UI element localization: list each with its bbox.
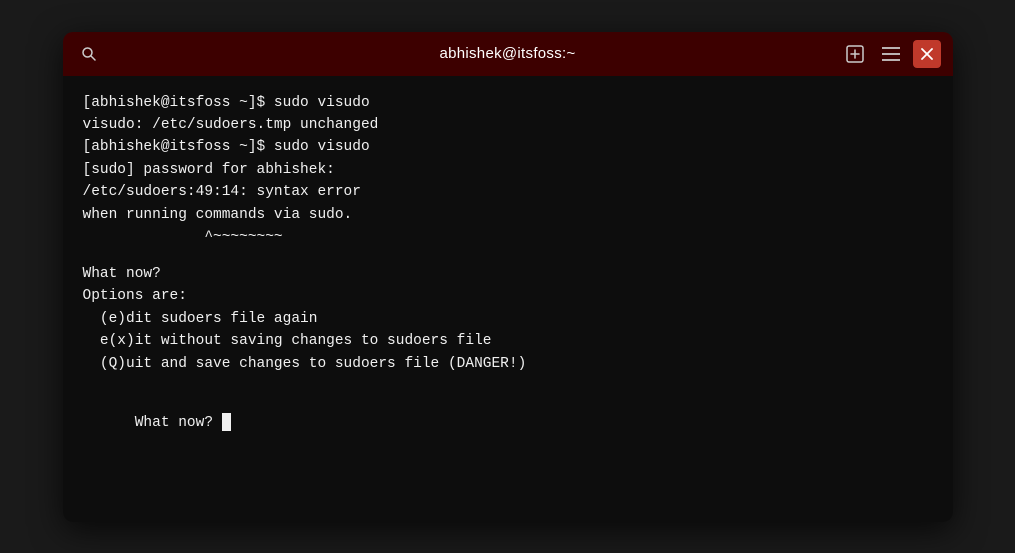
terminal-line: What now?	[83, 263, 933, 285]
titlebar-left	[75, 40, 103, 68]
titlebar: abhishek@itsfoss:~	[63, 32, 953, 76]
terminal-line: ^~~~~~~~~	[83, 226, 933, 248]
terminal-line: when running commands via sudo.	[83, 204, 933, 226]
terminal-line: [sudo] password for abhishek:	[83, 159, 933, 181]
new-tab-icon[interactable]	[841, 40, 869, 68]
close-button[interactable]	[913, 40, 941, 68]
terminal-line: Options are:	[83, 285, 933, 307]
titlebar-right	[841, 40, 941, 68]
prompt-text: What now?	[135, 415, 222, 431]
terminal-line: [abhishek@itsfoss ~]$ sudo visudo	[83, 136, 933, 158]
terminal-window: abhishek@itsfoss:~	[63, 32, 953, 522]
terminal-cursor	[222, 413, 231, 431]
window-title: abhishek@itsfoss:~	[439, 45, 575, 62]
terminal-line: [abhishek@itsfoss ~]$ sudo visudo	[83, 92, 933, 114]
terminal-line: (Q)uit and save changes to sudoers file …	[83, 353, 933, 375]
terminal-line: /etc/sudoers:49:14: syntax error	[83, 181, 933, 203]
search-icon[interactable]	[75, 40, 103, 68]
terminal-line: (e)dit sudoers file again	[83, 308, 933, 330]
terminal-line: visudo: /etc/sudoers.tmp unchanged	[83, 114, 933, 136]
terminal-line: e(x)it without saving changes to sudoers…	[83, 330, 933, 352]
terminal-output[interactable]: [abhishek@itsfoss ~]$ sudo visudo visudo…	[63, 76, 953, 522]
terminal-prompt-line: What now?	[83, 389, 933, 456]
menu-icon[interactable]	[877, 40, 905, 68]
